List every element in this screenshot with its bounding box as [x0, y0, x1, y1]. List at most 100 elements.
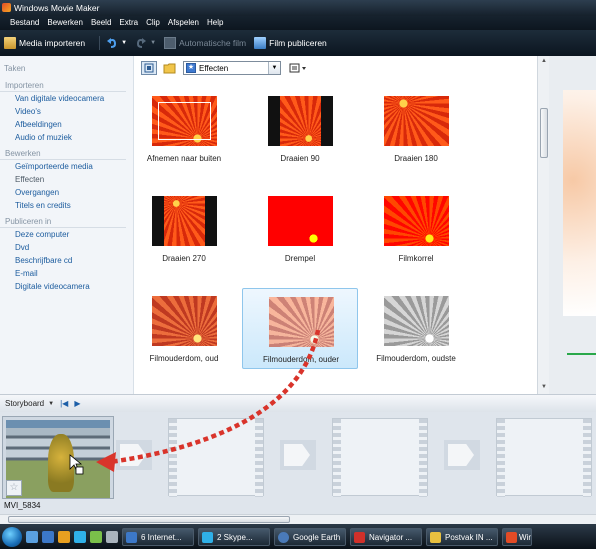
- movie-maker-app-icon: [2, 3, 11, 12]
- storyboard-clip[interactable]: ☆: [2, 416, 114, 499]
- taskbar-label: 2 Skype...: [217, 532, 253, 542]
- publish-film-button[interactable]: Film publiceren: [254, 37, 327, 49]
- skype-quicklaunch-icon[interactable]: [74, 530, 86, 543]
- storyboard-bar: Storyboard ▼ |◀ ▶: [0, 394, 596, 412]
- ie-icon[interactable]: [42, 530, 54, 543]
- effect-thumbnail: [268, 96, 333, 146]
- content-toolbar: ★ Effecten ▼: [134, 56, 537, 80]
- transition-arrow-icon: [284, 444, 310, 466]
- task-link-imported-media[interactable]: Geïmporteerde media: [0, 160, 133, 173]
- menu-clip[interactable]: Clip: [144, 16, 166, 30]
- task-link-titels[interactable]: Titels en credits: [0, 199, 133, 212]
- show-desktop-icon[interactable]: [26, 530, 38, 543]
- effect-tile[interactable]: Draaien 90: [242, 88, 358, 169]
- toolbar-separator: [99, 36, 101, 50]
- effect-tile[interactable]: Draaien 180: [358, 88, 474, 169]
- transition-slot[interactable]: [116, 440, 152, 470]
- effect-tile[interactable]: Afnemen naar buiten: [126, 88, 242, 169]
- menu-afspelen[interactable]: Afspelen: [166, 16, 205, 30]
- chevron-down-icon[interactable]: ▼: [48, 401, 54, 407]
- storyboard-view-dropdown[interactable]: Storyboard: [5, 399, 44, 408]
- section-bewerken[interactable]: Bewerken: [0, 149, 126, 160]
- collection-dropdown[interactable]: ★ Effecten ▼: [183, 61, 281, 75]
- effect-tile[interactable]: Filmouderdom, oud: [126, 288, 242, 369]
- taskbar-button-google-earth[interactable]: Google Earth: [274, 527, 346, 546]
- thumbnail-view-button[interactable]: [141, 61, 157, 75]
- effect-label: Filmouderdom, oudste: [376, 354, 456, 363]
- import-icon: [4, 37, 16, 49]
- view-options-button[interactable]: [289, 62, 309, 74]
- rewind-icon[interactable]: |◀: [60, 399, 68, 408]
- view-options-icon: [289, 63, 306, 73]
- effect-tile[interactable]: Draaien 270: [126, 188, 242, 269]
- auto-film-icon: [164, 37, 177, 49]
- storyboard-scrollbar[interactable]: [0, 514, 596, 524]
- taskbar-button-internet[interactable]: 6 Internet...: [122, 527, 194, 546]
- taskbar-button-movie-maker[interactable]: Windo...: [502, 527, 532, 546]
- folder-icon[interactable]: [163, 61, 177, 75]
- empty-clip-slot[interactable]: [332, 418, 428, 497]
- scrollbar-thumb[interactable]: [8, 516, 290, 523]
- taskbar-button-skype[interactable]: 2 Skype...: [198, 527, 270, 546]
- task-link-afbeeldingen[interactable]: Afbeeldingen: [0, 118, 133, 131]
- task-link-overgangen[interactable]: Overgangen: [0, 186, 133, 199]
- taskbar-button-navigator[interactable]: Navigator ...: [350, 527, 422, 546]
- section-importeren[interactable]: Importeren: [0, 81, 126, 92]
- film-sprocket: [255, 419, 263, 497]
- task-link-email[interactable]: E-mail: [0, 267, 133, 280]
- effect-thumbnail: [152, 196, 217, 246]
- scroll-up-icon[interactable]: ▲: [540, 58, 548, 66]
- start-button-icon[interactable]: [2, 526, 22, 547]
- chevron-down-icon[interactable]: ▼: [121, 40, 127, 46]
- auto-film-button[interactable]: Automatische film: [164, 37, 246, 49]
- empty-clip-slot[interactable]: [496, 418, 592, 497]
- task-link-cd[interactable]: Beschrijfbare cd: [0, 254, 133, 267]
- effect-label: Afnemen naar buiten: [146, 154, 222, 163]
- scroll-down-icon[interactable]: ▼: [540, 384, 548, 392]
- menu-bewerken[interactable]: Bewerken: [45, 16, 89, 30]
- transition-slot[interactable]: [280, 440, 316, 470]
- menu-bestand[interactable]: Bestand: [8, 16, 45, 30]
- task-link-deze-computer[interactable]: Deze computer: [0, 228, 133, 241]
- auto-film-label: Automatische film: [179, 38, 247, 48]
- title-bar: Windows Movie Maker: [0, 0, 596, 16]
- film-sprocket: [583, 419, 591, 497]
- menu-beeld[interactable]: Beeld: [89, 16, 117, 30]
- taskbar-button-postvak[interactable]: Postvak IN ...: [426, 527, 498, 546]
- redo-button[interactable]: ▼: [135, 37, 156, 49]
- effect-label: Drempel: [284, 254, 316, 263]
- play-icon[interactable]: ▶: [74, 399, 80, 408]
- undo-button[interactable]: ▼: [106, 37, 127, 49]
- empty-clip-slot[interactable]: [168, 418, 264, 497]
- import-media-button[interactable]: Media importeren: [4, 37, 85, 49]
- section-publiceren[interactable]: Publiceren in: [0, 217, 126, 228]
- effect-tile-selected[interactable]: Filmouderdom, ouder: [242, 288, 358, 369]
- app-quicklaunch-icon[interactable]: [90, 530, 102, 543]
- effect-tile[interactable]: Filmouderdom, oudste: [358, 288, 474, 369]
- publish-film-label: Film publiceren: [269, 38, 327, 48]
- playback-progress[interactable]: [567, 353, 596, 355]
- menu-extra[interactable]: Extra: [117, 16, 144, 30]
- task-link-audio[interactable]: Audio of muziek: [0, 131, 133, 144]
- transition-slot[interactable]: [444, 440, 480, 470]
- effect-tile[interactable]: Drempel: [242, 188, 358, 269]
- task-link-digital-camera-out[interactable]: Digitale videocamera: [0, 280, 133, 293]
- windows-taskbar: 6 Internet... 2 Skype... Google Earth Na…: [0, 524, 596, 549]
- effect-label: Filmouderdom, ouder: [262, 355, 340, 364]
- app-quicklaunch-icon[interactable]: [106, 530, 118, 543]
- taskbar-label: Windo...: [519, 532, 531, 542]
- task-link-videos[interactable]: Video's: [0, 105, 133, 118]
- effect-thumbnail: [152, 96, 217, 146]
- effect-tile[interactable]: Filmkorrel: [358, 188, 474, 269]
- effect-star-icon[interactable]: ☆: [6, 480, 22, 496]
- firefox-icon[interactable]: [58, 530, 70, 543]
- task-link-dvd[interactable]: Dvd: [0, 241, 133, 254]
- chevron-down-icon[interactable]: ▼: [268, 62, 280, 74]
- menu-help[interactable]: Help: [205, 16, 229, 30]
- task-link-digital-videocamera[interactable]: Van digitale videocamera: [0, 92, 133, 105]
- scrollbar-thumb[interactable]: [540, 108, 548, 158]
- content-scrollbar[interactable]: ▲ ▼: [537, 56, 549, 394]
- preview-screen: [563, 90, 596, 316]
- task-link-effecten[interactable]: Effecten: [0, 173, 133, 186]
- chevron-down-icon[interactable]: ▼: [150, 40, 156, 46]
